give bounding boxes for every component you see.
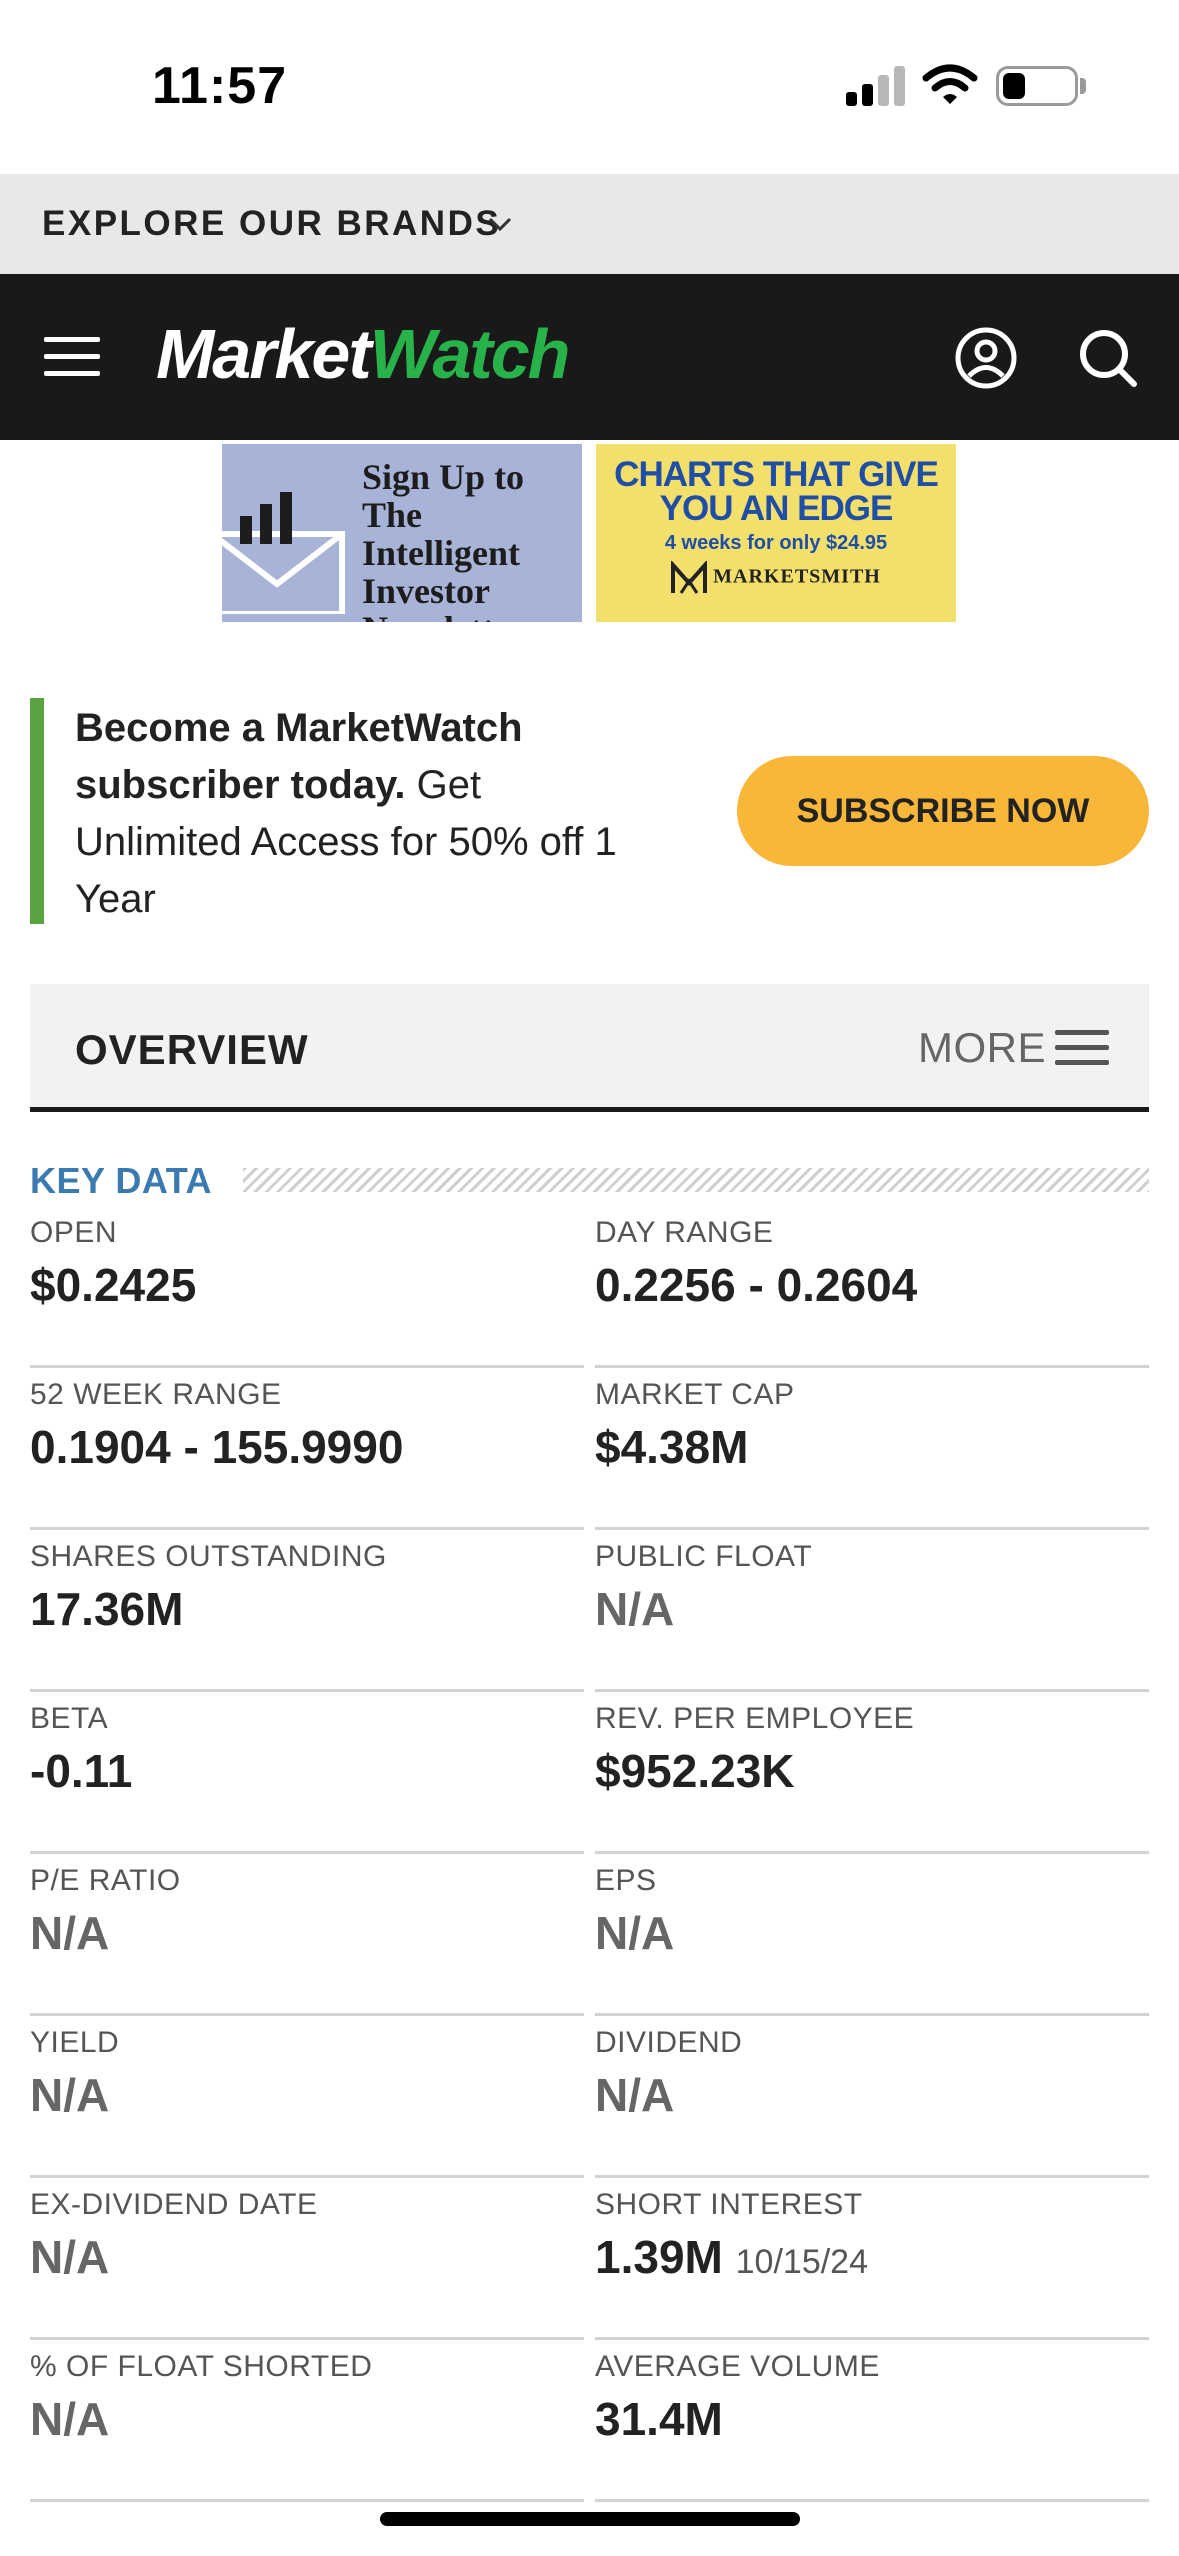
key-data-item: PUBLIC FLOAT N/A [595,1530,1149,1692]
key-data-label: BETA [30,1702,109,1735]
key-data-label: EPS [595,1864,657,1897]
key-data-item: BETA -0.11 [30,1692,584,1854]
user-account-icon[interactable] [954,326,1018,390]
key-data-value: N/A [595,1907,675,1959]
ad-line-2: The Intelligent [362,495,520,573]
marketsmith-logo-icon [671,561,708,594]
envelope-chart-icon [222,492,345,614]
key-data-item: 52 WEEK RANGE 0.1904 - 155.9990 [30,1368,584,1530]
newsletter-ad[interactable]: Sign Up to The Intelligent Investor News… [222,444,582,622]
ad-line-4: Newsletter [362,610,582,622]
hamburger-menu-icon[interactable] [44,337,100,377]
key-data-item: YIELD N/A [30,2016,584,2178]
key-data-label: MARKET CAP [595,1378,795,1411]
subscribe-accent-bar [30,698,44,924]
key-data-item: SHARES OUTSTANDING 17.36M [30,1530,584,1692]
key-data-value: $0.2425 [30,1259,197,1311]
key-data-label: EX-DIVIDEND DATE [30,2188,318,2221]
key-data-label: AVERAGE VOLUME [595,2350,880,2383]
subscribe-promo-text: Become a MarketWatch subscriber today. G… [75,706,617,921]
key-data-item: OPEN $0.2425 [30,1206,584,1368]
status-time: 11:57 [152,57,288,115]
key-data-label: DAY RANGE [595,1216,774,1249]
key-data-item: SHORT INTEREST 1.39M 10/15/24 [595,2178,1149,2340]
ad-offer: 4 weeks for only $24.95 [664,532,888,554]
status-bar: 11:57 [0,0,1179,174]
ad-line-1: Sign Up to [362,457,525,497]
ad-headline-1: CHARTS THAT GIVE [614,455,939,494]
key-data-item: EX-DIVIDEND DATE N/A [30,2178,584,2340]
key-data-item: % OF FLOAT SHORTED N/A [30,2340,584,2502]
home-indicator[interactable] [380,2512,800,2526]
key-data-item: AVERAGE VOLUME 31.4M [595,2340,1149,2502]
key-data-item: REV. PER EMPLOYEE $952.23K [595,1692,1149,1854]
key-data-value: 0.1904 - 155.9990 [30,1421,404,1473]
key-data-label: SHARES OUTSTANDING [30,1540,387,1573]
key-data-label: PUBLIC FLOAT [595,1540,813,1573]
key-data-value: N/A [30,1907,110,1959]
more-button[interactable]: MORE [918,1024,1046,1072]
ad-brand: MARKETSMITH [713,565,881,588]
marketwatch-logo[interactable]: MarketWatch [156,314,570,394]
key-data-value: -0.11 [30,1745,133,1797]
explore-brands-label: EXPLORE OUR BRANDS [42,204,502,243]
key-data-label: DIVIDEND [595,2026,743,2059]
key-data-label: P/E RATIO [30,1864,181,1897]
short-interest-date: 10/15/24 [735,2243,868,2281]
key-data-value: N/A [30,2069,110,2121]
top-nav-bar: MarketWatch [0,274,1179,440]
key-data-value: N/A [595,2069,675,2121]
key-data-item: MARKET CAP $4.38M [595,1368,1149,1530]
key-data-divider [243,1168,1149,1192]
key-data-value: $4.38M [595,1421,749,1473]
ad-line-3: Investor [362,571,490,611]
key-data-value: 17.36M [30,1583,184,1635]
key-data-value: 0.2256 - 0.2604 [595,1259,918,1311]
key-data-label: YIELD [30,2026,120,2059]
chevron-down-icon [488,217,512,232]
key-data-label: REV. PER EMPLOYEE [595,1702,915,1735]
key-data-label: OPEN [30,1216,118,1249]
ad-headline-2: YOU AN EDGE [659,489,894,528]
search-icon[interactable] [1076,326,1140,390]
key-data-value: $952.23K [595,1745,795,1797]
key-data-value: N/A [595,1583,675,1635]
wifi-icon [922,64,978,104]
cellular-signal-icon [846,64,906,106]
key-data-item: P/E RATIO N/A [30,1854,584,2016]
key-data-item: DIVIDEND N/A [595,2016,1149,2178]
explore-brands-bar[interactable]: EXPLORE OUR BRANDS [0,174,1179,274]
key-data-label: % OF FLOAT SHORTED [30,2350,373,2383]
marketsmith-ad[interactable]: CHARTS THAT GIVE YOU AN EDGE 4 weeks for… [596,444,956,622]
subscribe-now-button[interactable]: SUBSCRIBE NOW [737,756,1149,866]
key-data-item: DAY RANGE 0.2256 - 0.2604 [595,1206,1149,1368]
more-menu-icon[interactable] [1055,1030,1109,1066]
tab-overview[interactable]: OVERVIEW [75,1026,309,1074]
battery-icon [996,66,1078,106]
key-data-value: N/A [30,2231,110,2283]
key-data-value: 31.4M [595,2393,723,2445]
key-data-label: 52 WEEK RANGE [30,1378,282,1411]
key-data-item: EPS N/A [595,1854,1149,2016]
key-data-label: SHORT INTEREST [595,2188,863,2221]
overview-tab-bar: OVERVIEW MORE [30,984,1149,1112]
key-data-value: N/A [30,2393,110,2445]
key-data-value: 1.39M 10/15/24 [595,2231,868,2283]
key-data-heading: KEY DATA [30,1160,213,1201]
